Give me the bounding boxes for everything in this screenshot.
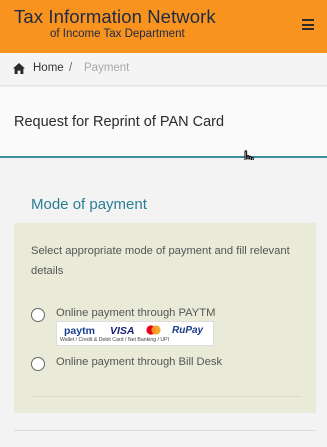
- paytm-payment-logos: paytm VISA RuPay Wallet / Credit & Debit…: [56, 321, 214, 346]
- section-bottom-divider: [14, 430, 316, 431]
- payment-instruction: Select appropriate mode of payment and f…: [31, 245, 290, 277]
- breadcrumb-current: Payment: [84, 62, 130, 74]
- billdesk-option-label[interactable]: Online payment through Bill Desk: [56, 356, 222, 368]
- brand-subtitle: of Income Tax Department: [50, 28, 185, 40]
- payment-methods-caption: Wallet / Credit & Debit Card / Net Banki…: [60, 337, 170, 343]
- billdesk-radio[interactable]: [31, 357, 45, 371]
- hamburger-menu-icon[interactable]: [302, 19, 314, 31]
- paytm-logo: paytm: [64, 325, 95, 337]
- breadcrumb-separator: /: [69, 62, 73, 74]
- paytm-radio[interactable]: [31, 308, 45, 322]
- card-divider: [31, 396, 301, 397]
- home-icon[interactable]: [13, 63, 25, 74]
- paytm-option-label[interactable]: Online payment through PAYTM: [56, 307, 215, 319]
- mode-of-payment-heading: Mode of payment: [31, 196, 147, 213]
- breadcrumb-home-link[interactable]: Home: [33, 62, 64, 74]
- brand-title[interactable]: Tax Information Network: [14, 6, 216, 28]
- mastercard-logo-icon: [146, 325, 161, 335]
- rupay-logo: RuPay: [172, 325, 204, 336]
- page-title: Request for Reprint of PAN Card: [14, 114, 225, 130]
- visa-logo: VISA: [110, 325, 135, 337]
